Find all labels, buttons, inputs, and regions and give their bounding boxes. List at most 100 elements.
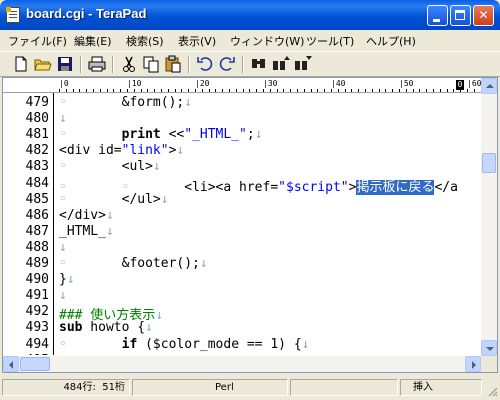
selected-text: 掲示板に戻る <box>356 179 435 195</box>
resize-grip-icon[interactable] <box>486 385 498 397</box>
ruler-tick <box>473 89 475 92</box>
status-syntax: Perl <box>132 379 288 396</box>
find-next-icon[interactable] <box>294 55 312 73</box>
ruler-tick <box>99 89 101 92</box>
print-icon[interactable] <box>88 55 106 73</box>
line-number: 492 <box>25 304 49 320</box>
scroll-right-button[interactable] <box>465 356 481 372</box>
menu-help[interactable]: ヘルプ(H) <box>366 33 416 49</box>
code-line[interactable]: <div id="link">↓ <box>59 143 184 158</box>
ruler-tick <box>453 89 455 92</box>
find-icon[interactable] <box>250 55 268 73</box>
code-line[interactable]: _HTML_↓ <box>59 224 114 239</box>
menu-tools[interactable]: ツール(T) <box>306 33 354 49</box>
ruler-tick <box>127 89 128 92</box>
close-button[interactable]: ✕ <box>473 5 494 26</box>
title-bar[interactable]: board.cgi - TeraPad ✕ <box>0 0 500 30</box>
minimize-button[interactable] <box>427 5 448 26</box>
code-token: ◦ <box>59 127 67 143</box>
scroll-down-button[interactable] <box>481 340 497 356</box>
code-token: } <box>59 272 67 288</box>
code-token: ↓ <box>301 336 310 352</box>
ruler-tick <box>371 89 373 92</box>
ruler-tick <box>331 89 332 92</box>
status-bar: 484行: 51桁 Perl 挿入 <box>0 375 500 400</box>
code-line[interactable]: ◦ &form();↓ <box>59 95 192 110</box>
vertical-scrollbar[interactable] <box>481 78 497 356</box>
paste-icon[interactable] <box>164 55 182 73</box>
toolbar <box>0 51 500 77</box>
maximize-button[interactable] <box>450 5 471 26</box>
ruler-mark: |10 <box>127 79 142 88</box>
line-number: 480 <box>25 111 49 127</box>
ruler-tick <box>385 89 387 92</box>
menu-search[interactable]: 検索(S) <box>126 33 164 49</box>
ruler-tick <box>235 89 237 92</box>
line-number: 490 <box>25 272 49 288</box>
ruler-tick <box>297 89 298 92</box>
line-number: 479 <box>25 95 49 110</box>
copy-icon[interactable] <box>142 55 160 73</box>
code-line[interactable]: ↓ <box>59 240 67 255</box>
code-token: if <box>121 336 138 352</box>
code-token: "$script" <box>278 179 349 195</box>
code-line[interactable]: ◦ if ($color_mode == 1) {↓ <box>59 337 309 352</box>
code-area[interactable]: 479 ◦ &form();↓ 480 ↓ 481 ◦ print <<"_HTML_";… <box>3 93 481 355</box>
code-line[interactable]: ↓ <box>59 288 67 303</box>
code-token: ↓ <box>152 159 161 175</box>
code-line[interactable]: sub howto {↓ <box>59 320 153 335</box>
save-icon[interactable] <box>56 55 74 73</box>
ruler-tick <box>310 89 312 92</box>
ruler-tick <box>154 89 156 92</box>
code-line[interactable]: </div>↓ <box>59 208 114 223</box>
vertical-scroll-thumb[interactable] <box>482 153 496 173</box>
menu-view[interactable]: 表示(V) <box>178 33 216 49</box>
ruler-tick <box>229 89 230 92</box>
code-line[interactable]: ◦ ◦ $color_cookie = '<em>本文の色</em>' <box>59 353 448 355</box>
code-token: <ul> <box>66 159 153 175</box>
code-line[interactable]: ◦ &footer();↓ <box>59 256 208 271</box>
horizontal-scroll-thumb[interactable] <box>20 357 50 371</box>
ruler-tick <box>378 89 380 92</box>
document-icon[interactable] <box>6 7 20 23</box>
editor-pane[interactable]: |0|10|20|30|40|50|60|700 479◦ &form();↓4… <box>2 77 498 373</box>
open-folder-icon[interactable] <box>34 55 52 73</box>
scroll-left-button[interactable] <box>3 356 19 372</box>
menu-file[interactable]: ファイル(F) <box>8 33 67 49</box>
ruler-tick <box>147 89 149 92</box>
code-line[interactable]: }↓ <box>59 272 75 287</box>
ruler-tick <box>365 89 366 92</box>
undo-icon[interactable] <box>196 55 214 73</box>
code-token: ↓ <box>66 272 75 288</box>
cut-icon[interactable] <box>120 55 138 73</box>
code-line[interactable]: ◦ </ul>↓ <box>59 192 169 207</box>
toolbar-separator <box>188 56 190 73</box>
ruler-tick <box>195 89 196 92</box>
ruler-tick <box>392 89 394 92</box>
ruler-tick <box>72 89 74 92</box>
scroll-up-button[interactable] <box>481 78 497 94</box>
menu-window[interactable]: ウィンドウ(W) <box>230 33 304 49</box>
ruler-tick <box>59 89 60 92</box>
line-number: 484 <box>25 175 49 191</box>
ruler-tick <box>140 89 142 92</box>
status-blank <box>290 379 398 396</box>
ruler-tick <box>324 89 326 92</box>
ruler-tick <box>317 89 319 92</box>
new-file-icon[interactable] <box>12 55 30 73</box>
ruler-tick <box>256 89 258 92</box>
code-line[interactable]: ↓ <box>59 111 67 126</box>
code-line[interactable]: ◦ print <<"_HTML_";↓ <box>59 127 263 142</box>
code-token: "_HTML_" <box>184 127 247 143</box>
menu-edit[interactable]: 編集(E) <box>74 33 112 49</box>
line-number: 487 <box>25 223 49 239</box>
redo-icon[interactable] <box>218 55 236 73</box>
find-previous-icon[interactable] <box>272 55 290 73</box>
ruler-tick <box>405 89 407 92</box>
toolbar-separator <box>80 56 82 73</box>
code-token: ↓ <box>160 191 169 207</box>
horizontal-scrollbar[interactable] <box>3 356 481 372</box>
line-number: 491 <box>25 288 49 304</box>
code-line[interactable]: ◦ <ul>↓ <box>59 159 161 174</box>
ruler-tick <box>399 89 400 92</box>
